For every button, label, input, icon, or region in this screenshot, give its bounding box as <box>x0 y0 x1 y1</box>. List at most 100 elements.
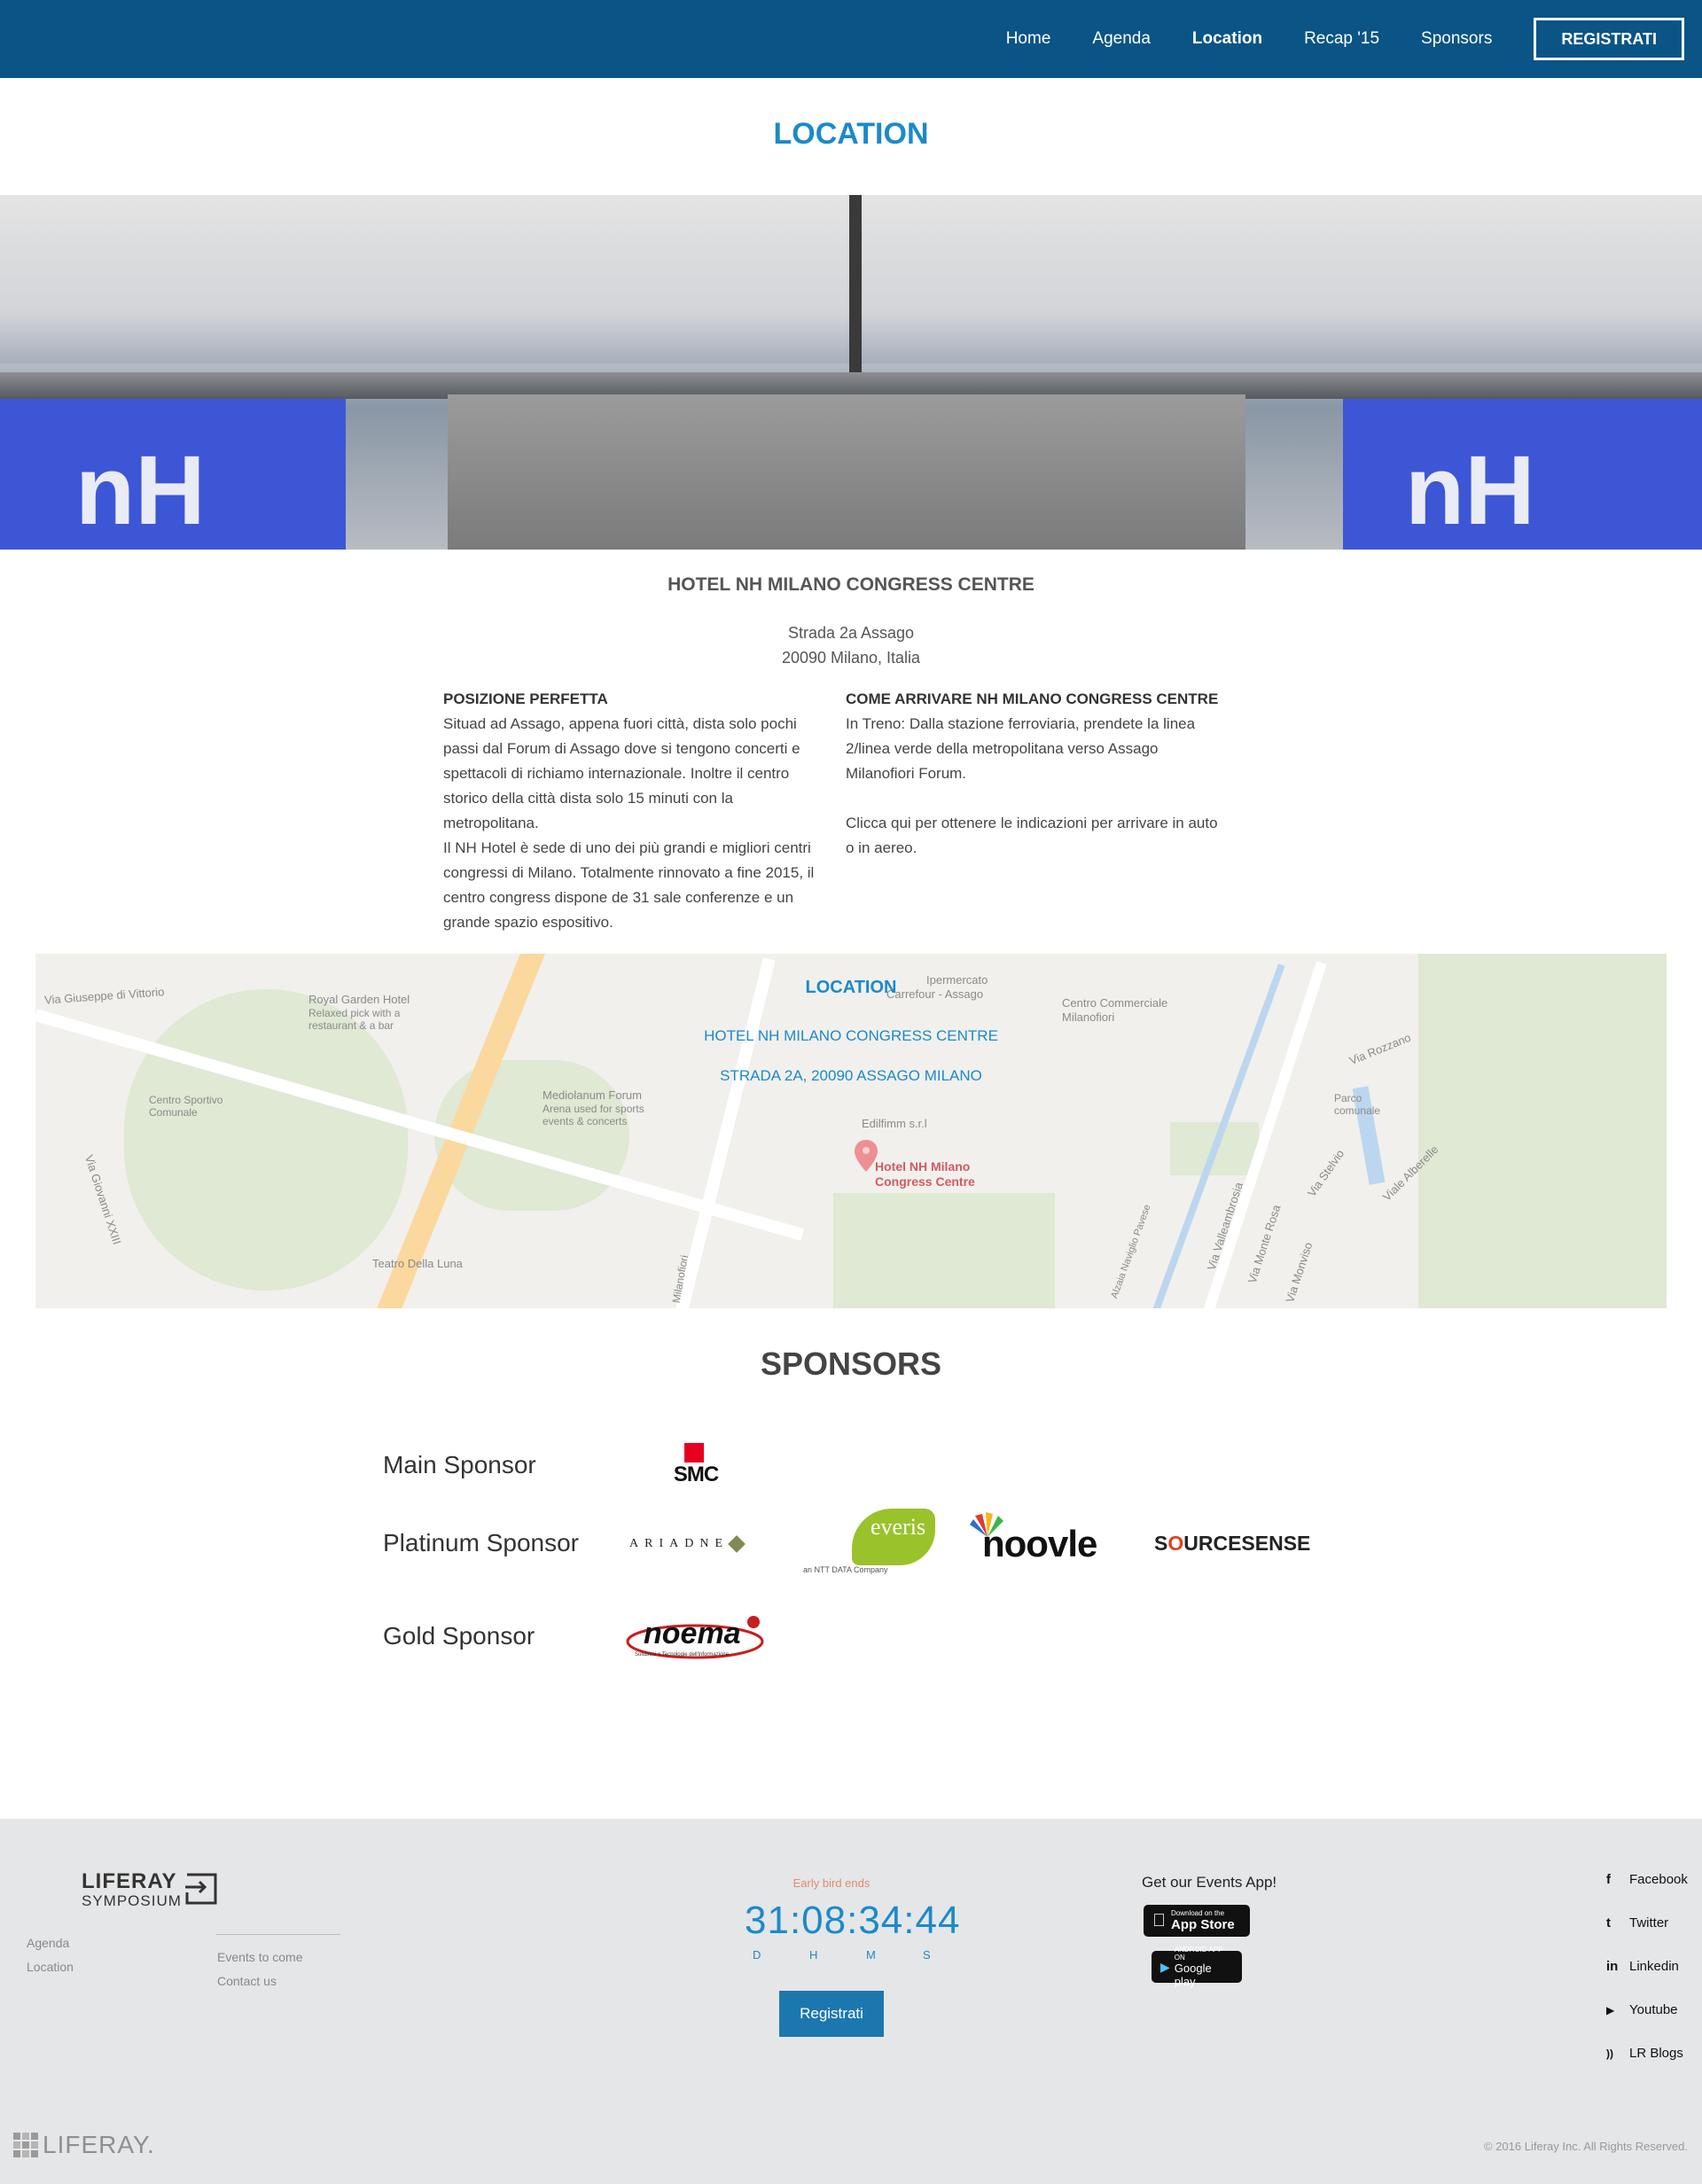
apple-icon:  <box>1152 1911 1166 1931</box>
google-play-button[interactable]: ▶ ANDROID APP ON Google play <box>1152 1946 1242 1988</box>
footer-register-button[interactable]: Registrati <box>779 1991 884 2037</box>
footer-link-contact[interactable]: Contact us <box>217 1974 277 1988</box>
map-label-teatro: Teatro Della Luna <box>372 1257 463 1270</box>
map-label-mediolanum-sub: Arena used for sports events & concerts <box>543 1103 644 1127</box>
sponsors-title: SPONSORS <box>760 1346 942 1382</box>
main-sponsor-label: Main Sponsor <box>383 1451 536 1478</box>
footer-link-agenda[interactable]: Agenda <box>27 1936 69 1950</box>
app-store-button[interactable]:  Download on the App Store <box>1144 1905 1250 1937</box>
map-overlay-line-2: STRADA 2A, 20090 ASSAGO MILANO <box>720 1067 982 1084</box>
hotel-address: Strada 2a Assago 20090 Milano, Italia <box>0 620 1702 670</box>
twitter-icon: t <box>1606 1915 1611 1930</box>
footer-link-location[interactable]: Location <box>27 1960 74 1974</box>
liferay-logo[interactable]: LIFERAY. <box>12 2131 155 2159</box>
map-pin-label: Hotel NH Milano Congress Centre <box>875 1159 975 1190</box>
social-facebook[interactable]: f Facebook <box>1606 1872 1688 1887</box>
sourcesense-logo-urce: URCESENSE <box>1183 1531 1311 1555</box>
map-label-via-giovanni: Via Giovanni XXIII <box>82 1153 124 1246</box>
social-linkedin[interactable]: in Linkedin <box>1606 1959 1679 1974</box>
map-park-4 <box>833 1193 1055 1308</box>
social-blogs-label: LR Blogs <box>1629 2046 1683 2061</box>
map-label-centro-comm: Centro Commerciale <box>1062 996 1168 1010</box>
map-label-via-monviso: Via Monviso <box>1283 1240 1316 1305</box>
map-pin-label-line-1: Hotel NH Milano <box>875 1159 971 1174</box>
position-heading: POSIZIONE PERFETTA <box>443 690 608 707</box>
social-youtube[interactable]: ▶ Youtube <box>1606 2002 1678 2017</box>
app-store-large: App Store <box>1158 1917 1235 1932</box>
position-paragraph-1: Situad ad Assago, appena fuori città, di… <box>443 715 800 831</box>
social-blogs[interactable]: )) LR Blogs <box>1606 2046 1683 2061</box>
social-facebook-label: Facebook <box>1629 1872 1688 1887</box>
everis-logo-sub: an NTT DATA Company <box>803 1565 888 1574</box>
map-label-parco: Parco comunale <box>1334 1092 1381 1117</box>
ariadne-logo-text: ARIADNE <box>629 1537 729 1550</box>
address-line-2: 20090 Milano, Italia <box>781 649 921 667</box>
hero-image: nH nH <box>0 195 1702 550</box>
countdown-timer: 31:08:34:44 <box>745 1899 961 1942</box>
copyright: © 2016 Liferay Inc. All Rights Reserved. <box>1484 2140 1688 2153</box>
map-label-alzaia: Alzaia Naviglio Pavese <box>1109 1203 1153 1300</box>
arrive-paragraph-2[interactable]: Clicca qui per ottenere le indicazioni p… <box>846 811 1227 861</box>
smc-logo-text: SMC <box>673 1462 719 1486</box>
sourcesense-logo-o: O <box>1167 1531 1184 1555</box>
nav-location[interactable]: Location <box>1192 29 1262 49</box>
map-label-edilfimm: Edilfimm s.r.l <box>862 1117 927 1130</box>
social-twitter[interactable]: t Twitter <box>1606 1915 1668 1930</box>
sourcesense-logo[interactable]: S O URCESENSE <box>1154 1530 1310 1556</box>
footer-divider <box>216 1934 340 1935</box>
app-store-small: Download on the <box>1158 1909 1224 1917</box>
ariadne-logo[interactable]: ARIADNE <box>629 1533 762 1555</box>
map-label-via-stelvio: Via Stelvio <box>1304 1147 1347 1199</box>
liferay-grid-icon <box>13 2133 38 2157</box>
map-pin-label-line-2: Congress Centre <box>875 1174 975 1189</box>
noovle-logo[interactable]: noovle <box>970 1512 1112 1565</box>
linkedin-icon: in <box>1606 1959 1619 1974</box>
noovle-logo-text: noovle <box>982 1523 1097 1564</box>
liferay-wordmark: LIFERAY. <box>43 2131 155 2158</box>
social-linkedin-label: Linkedin <box>1629 1959 1679 1974</box>
map-label-centro-sportivo: Centro Sportivo Comunale <box>149 1094 223 1119</box>
early-bird-label: Early bird ends <box>792 1876 871 1890</box>
map-park-3 <box>1418 954 1667 1308</box>
everis-logo-text: everis <box>871 1514 926 1540</box>
top-navbar: Home Agenda Location Recap '15 Sponsors … <box>0 0 1702 78</box>
register-button[interactable]: REGISTRATI <box>1534 18 1684 60</box>
ariadne-diamond-icon <box>728 1535 746 1553</box>
arrive-column: COME ARRIVARE NH MILANO CONGRESS CENTRE … <box>846 687 1227 861</box>
map-label-mediolanum: Mediolanum Forum <box>543 1088 642 1102</box>
app-title: Get our Events App! <box>1142 1874 1277 1891</box>
hero-beam <box>849 195 862 390</box>
nav-recap[interactable]: Recap '15 <box>1304 29 1379 49</box>
facebook-icon: f <box>1606 1872 1611 1887</box>
hero-center-panel <box>448 394 1245 550</box>
social-youtube-label: Youtube <box>1629 2002 1678 2017</box>
noema-logo[interactable]: noema Soluzioni e Tecnologie dell'inform… <box>626 1611 768 1661</box>
position-paragraph-2: Il NH Hotel è sede di uno dei più grandi… <box>443 839 815 931</box>
nav-links: Home Agenda Location Recap '15 Sponsors … <box>1006 18 1684 60</box>
play-icon: ▶ <box>1160 1959 1170 1974</box>
arrive-paragraph-1: In Treno: Dalla stazione ferroviaria, pr… <box>846 715 1196 782</box>
nav-home[interactable]: Home <box>1006 29 1051 49</box>
smc-logo-square <box>684 1443 704 1462</box>
noema-logo-text: noema <box>644 1617 741 1650</box>
map-overlay-title: LOCATION <box>805 978 897 997</box>
page-title: LOCATION <box>773 117 929 151</box>
countdown-units: DHMS <box>753 1948 980 1962</box>
smc-logo[interactable]: SMC <box>667 1443 725 1487</box>
everis-logo[interactable]: everis an NTT DATA Company <box>803 1507 936 1578</box>
google-play-small: ANDROID APP ON <box>1174 1946 1223 1962</box>
nav-agenda[interactable]: Agenda <box>1092 29 1151 49</box>
countdown-unit-hours: H <box>809 1948 818 1962</box>
social-twitter-label: Twitter <box>1629 1915 1669 1930</box>
footer-link-events[interactable]: Events to come <box>217 1950 303 1964</box>
footer: LIFERAY SYMPOSIUM Agenda Location Events… <box>0 1819 1702 2184</box>
countdown-unit-days: D <box>753 1948 761 1962</box>
arrive-heading: COME ARRIVARE NH MILANO CONGRESS CENTRE <box>846 690 1219 707</box>
location-map[interactable]: Via Giuseppe di Vittorio Royal Garden Ho… <box>35 954 1667 1308</box>
position-column: POSIZIONE PERFETTA Situad ad Assago, app… <box>443 687 816 935</box>
noema-logo-sub: Soluzioni e Tecnologie dell'informazione <box>635 1652 730 1658</box>
hotel-name: HOTEL NH MILANO CONGRESS CENTRE <box>668 574 1034 595</box>
hero-sign-text-left: nH <box>75 436 206 545</box>
nav-sponsors[interactable]: Sponsors <box>1421 29 1492 49</box>
platinum-sponsor-label: Platinum Sponsor <box>383 1529 580 1556</box>
